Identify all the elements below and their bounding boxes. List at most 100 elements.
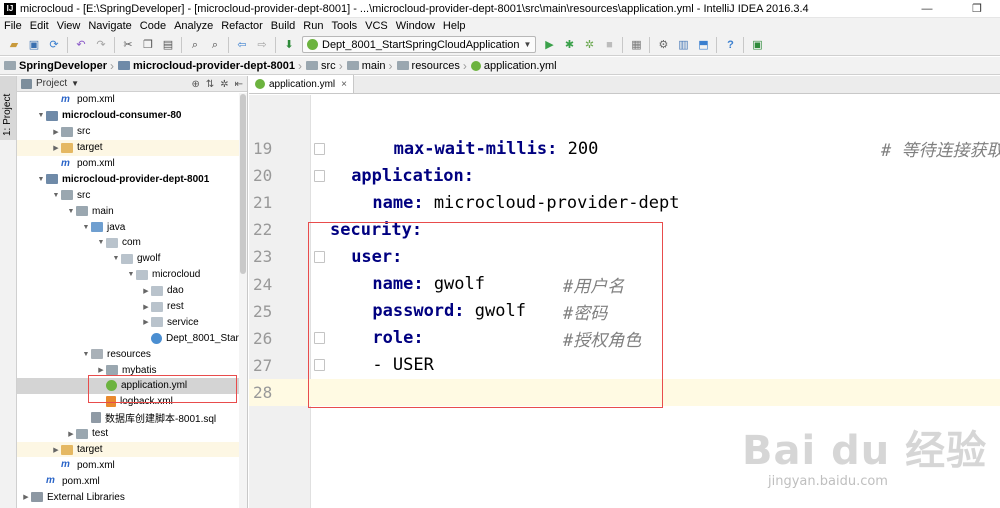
- scrollbar-thumb[interactable]: [240, 94, 246, 274]
- menu-edit[interactable]: Edit: [26, 18, 53, 34]
- tree-item[interactable]: ▼ microcloud-consumer-80: [17, 108, 247, 124]
- menu-build[interactable]: Build: [267, 18, 299, 34]
- code-line[interactable]: 21 name: microcloud-provider-dept: [249, 189, 1000, 216]
- menu-tools[interactable]: Tools: [327, 18, 361, 34]
- tree-item[interactable]: ▼ com: [17, 235, 247, 251]
- expand-arrow-icon[interactable]: ▼: [126, 271, 136, 278]
- menu-navigate[interactable]: Navigate: [84, 18, 135, 34]
- tree-item[interactable]: ▼ microcloud-provider-dept-8001: [17, 171, 247, 187]
- collapse-arrow-icon[interactable]: ▶: [141, 318, 151, 326]
- tree-item[interactable]: m pom.xml: [17, 92, 247, 108]
- menu-vcs[interactable]: VCS: [361, 18, 392, 34]
- expand-arrow-icon[interactable]: ▼: [36, 176, 46, 183]
- coverage-icon[interactable]: ✲: [581, 37, 597, 53]
- run-configuration-select[interactable]: Dept_8001_StartSpringCloudApplication ▼: [302, 36, 537, 53]
- expand-arrow-icon[interactable]: ▼: [51, 192, 61, 199]
- paste-icon[interactable]: ▤: [160, 37, 176, 53]
- make-project-icon[interactable]: ⬇: [281, 37, 297, 53]
- breadcrumb-item[interactable]: src: [306, 60, 339, 72]
- expand-arrow-icon[interactable]: ▼: [66, 208, 76, 215]
- tree-item[interactable]: ▼ java: [17, 219, 247, 235]
- close-icon[interactable]: ×: [341, 79, 347, 90]
- project-view-select[interactable]: Project: [36, 78, 67, 89]
- tree-item[interactable]: ▼ resources: [17, 346, 247, 362]
- expand-arrow-icon[interactable]: ▼: [81, 224, 91, 231]
- copy-icon[interactable]: ❐: [140, 37, 156, 53]
- tree-item[interactable]: ▶ target: [17, 441, 247, 458]
- hide-panel-icon[interactable]: ⇤: [235, 79, 243, 90]
- synchronize-icon[interactable]: ⟳: [46, 37, 62, 53]
- menu-view[interactable]: View: [53, 18, 85, 34]
- restore-icon[interactable]: ❐: [962, 0, 992, 18]
- menu-help[interactable]: Help: [439, 18, 470, 34]
- undo-icon[interactable]: ↶: [73, 37, 89, 53]
- tree-item[interactable]: ▼ src: [17, 187, 247, 203]
- expand-arrow-icon[interactable]: ▼: [96, 239, 106, 246]
- run-icon[interactable]: ▶: [541, 37, 557, 53]
- menu-window[interactable]: Window: [392, 18, 439, 34]
- tree-item[interactable]: ▶ target: [17, 139, 247, 156]
- fold-marker-icon[interactable]: [314, 169, 325, 182]
- tree-item[interactable]: ▶ External Libraries: [17, 489, 247, 505]
- minimize-icon[interactable]: —: [912, 0, 942, 18]
- scroll-from-source-icon[interactable]: ⊕: [191, 79, 199, 90]
- collapse-arrow-icon[interactable]: ▶: [51, 144, 61, 152]
- tree-item[interactable]: ▼ microcloud: [17, 267, 247, 283]
- collapse-arrow-icon[interactable]: ▶: [51, 446, 61, 454]
- tree-item[interactable]: m pom.xml: [17, 457, 247, 473]
- help-icon[interactable]: ?: [722, 37, 738, 53]
- project-structure-icon[interactable]: ▥: [675, 37, 691, 53]
- breadcrumb-item[interactable]: SpringDeveloper: [4, 60, 110, 72]
- collapse-arrow-icon[interactable]: ▶: [141, 287, 151, 295]
- code-line[interactable]: 20 application:: [249, 162, 1000, 189]
- tree-item[interactable]: ▼ gwolf: [17, 251, 247, 267]
- breadcrumb-item[interactable]: main: [346, 60, 389, 72]
- editor-tab-application-yml[interactable]: application.yml ×: [249, 75, 354, 93]
- collapse-arrow-icon[interactable]: ▶: [141, 303, 151, 311]
- expand-arrow-icon[interactable]: ▼: [36, 112, 46, 119]
- tree-item[interactable]: ▶ src: [17, 124, 247, 140]
- vcs-icon[interactable]: ▦: [628, 37, 644, 53]
- find-icon[interactable]: ⌕: [187, 37, 203, 53]
- tree-item[interactable]: Dept_8001_Start: [17, 330, 247, 346]
- gear-icon[interactable]: ✲: [220, 79, 228, 90]
- collapse-arrow-icon[interactable]: ▶: [21, 493, 31, 501]
- replace-icon[interactable]: ⌕: [207, 37, 223, 53]
- expand-arrow-icon[interactable]: ▼: [81, 351, 91, 358]
- breadcrumb-item[interactable]: resources: [396, 60, 463, 72]
- collapse-all-icon[interactable]: ⇅: [206, 79, 214, 90]
- chevron-down-icon[interactable]: ▼: [71, 79, 79, 88]
- tree-item[interactable]: 数据库创建脚本-8001.sql: [17, 410, 247, 426]
- back-icon[interactable]: ⇦: [234, 37, 250, 53]
- collapse-arrow-icon[interactable]: ▶: [51, 128, 61, 136]
- project-tool-window-tab[interactable]: 1: Project: [0, 76, 16, 140]
- open-folder-icon[interactable]: ▰: [6, 37, 22, 53]
- tree-item[interactable]: ▶ dao: [17, 283, 247, 299]
- save-all-icon[interactable]: ▣: [26, 37, 42, 53]
- menu-analyze[interactable]: Analyze: [170, 18, 217, 34]
- tree-item[interactable]: m pom.xml: [17, 473, 247, 489]
- forward-icon[interactable]: ⇨: [254, 37, 270, 53]
- redo-icon[interactable]: ↷: [93, 37, 109, 53]
- tree-item[interactable]: ▶ service: [17, 314, 247, 330]
- menu-refactor[interactable]: Refactor: [217, 18, 267, 34]
- tree-item[interactable]: ▶ test: [17, 426, 247, 442]
- collapse-arrow-icon[interactable]: ▶: [96, 366, 106, 374]
- code-line[interactable]: 19 max-wait-millis: 200 # 等待连接获取: [249, 135, 1000, 162]
- terminal-icon[interactable]: ▣: [749, 37, 765, 53]
- collapse-arrow-icon[interactable]: ▶: [66, 430, 76, 438]
- menu-run[interactable]: Run: [299, 18, 327, 34]
- debug-icon[interactable]: ✱: [561, 37, 577, 53]
- tree-item[interactable]: ▶ rest: [17, 299, 247, 315]
- tree-item[interactable]: m pom.xml: [17, 156, 247, 172]
- menu-file[interactable]: File: [0, 18, 26, 34]
- fold-marker-icon[interactable]: [314, 142, 325, 155]
- cut-icon[interactable]: ✂: [120, 37, 136, 53]
- stop-icon[interactable]: ■: [601, 37, 617, 53]
- menu-code[interactable]: Code: [136, 18, 170, 34]
- breadcrumb-item[interactable]: microcloud-provider-dept-8001: [118, 60, 298, 72]
- tree-item[interactable]: ▼ main: [17, 203, 247, 219]
- expand-arrow-icon[interactable]: ▼: [111, 255, 121, 262]
- sdk-icon[interactable]: ⬒: [695, 37, 711, 53]
- breadcrumb-item[interactable]: application.yml: [470, 60, 560, 72]
